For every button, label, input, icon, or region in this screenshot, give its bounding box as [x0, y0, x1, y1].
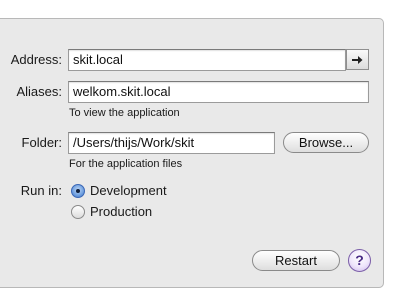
aliases-field[interactable]: welkom.skit.local	[68, 81, 369, 103]
address-field[interactable]: skit.local	[68, 49, 346, 71]
production-radio[interactable]	[71, 205, 85, 219]
aliases-hint: To view the application	[69, 107, 180, 119]
development-radio[interactable]	[71, 184, 85, 198]
browse-button[interactable]: Browse...	[283, 132, 369, 153]
folder-field[interactable]: /Users/thijs/Work/skit	[68, 132, 275, 154]
development-option-label[interactable]: Development	[90, 183, 167, 199]
folder-hint: For the application files	[69, 158, 183, 170]
question-mark-icon: ?	[355, 252, 364, 268]
go-button[interactable]	[346, 49, 369, 70]
folder-label: Folder:	[21, 135, 62, 150]
arrow-right-icon	[352, 55, 363, 64]
run-in-label: Run in:	[20, 183, 62, 198]
aliases-label: Aliases:	[16, 84, 62, 99]
production-option-label[interactable]: Production	[90, 204, 152, 220]
address-label: Address:	[10, 52, 62, 67]
help-button[interactable]: ?	[348, 249, 371, 272]
radio-selected-dot	[76, 189, 80, 193]
restart-button[interactable]: Restart	[252, 250, 340, 271]
